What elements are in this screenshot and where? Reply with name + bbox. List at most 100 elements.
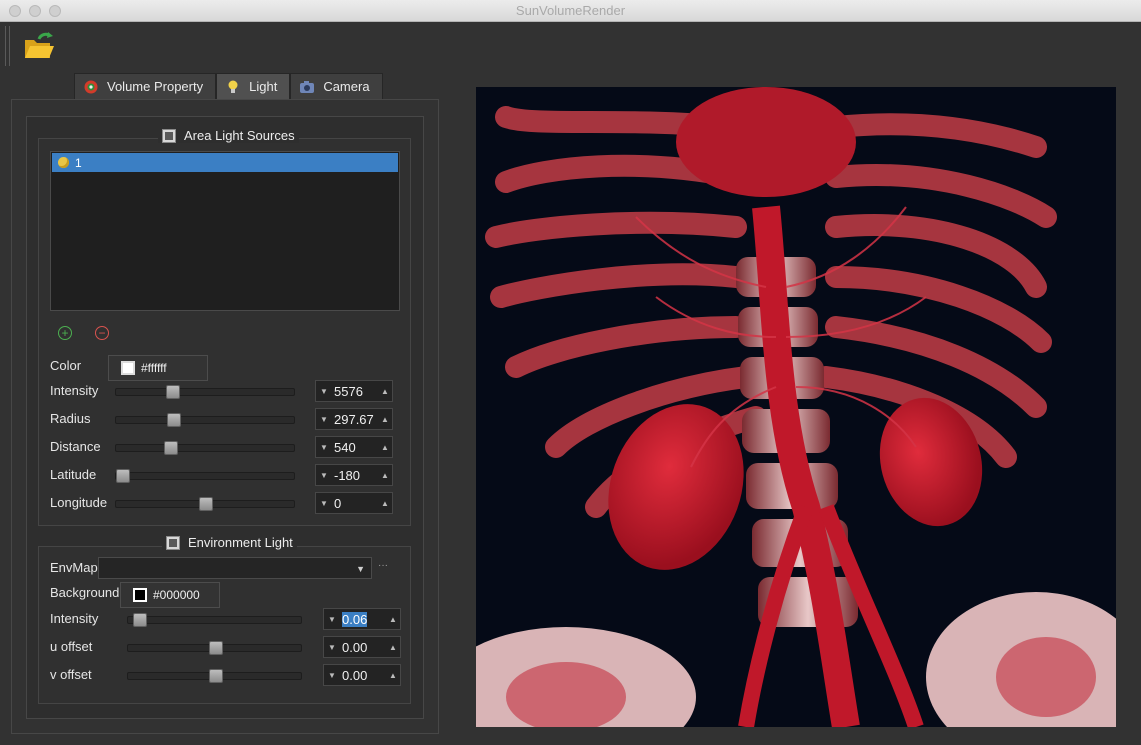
- decrement-icon[interactable]: ▼: [316, 415, 332, 424]
- increment-icon[interactable]: ▲: [378, 415, 392, 424]
- tab-light-label: Light: [249, 79, 278, 94]
- envmap-browse-button[interactable]: ···: [378, 560, 388, 571]
- slider-handle[interactable]: [133, 613, 147, 627]
- spin-box[interactable]: ▼ 0.00 ▲: [323, 636, 401, 658]
- color-label: Color: [50, 358, 82, 373]
- slider-label: Longitude: [50, 495, 108, 510]
- spin-box[interactable]: ▼ 5576 ▲: [315, 380, 393, 402]
- spin-value-text: 5576: [334, 383, 363, 399]
- slider-label: Radius: [50, 411, 91, 426]
- spin-box[interactable]: ▼ 0.00 ▲: [323, 664, 401, 686]
- slider-track[interactable]: [115, 441, 295, 455]
- slider-label: Intensity: [50, 383, 99, 398]
- spin-box[interactable]: ▼ 540 ▲: [315, 436, 393, 458]
- toolbar: [0, 22, 1141, 70]
- tab-volume-property[interactable]: Volume Property: [74, 73, 217, 99]
- color-swatch: [121, 361, 135, 375]
- spin-value-text: 540: [334, 439, 356, 455]
- background-color-button[interactable]: #000000: [120, 582, 220, 608]
- slider-handle[interactable]: [166, 385, 180, 399]
- increment-icon[interactable]: ▲: [378, 499, 392, 508]
- spin-value-text: 297.67: [334, 411, 374, 427]
- spin-value[interactable]: -180: [332, 468, 378, 483]
- increment-icon[interactable]: ▲: [386, 671, 400, 680]
- background-label: Background: [50, 585, 120, 600]
- tab-camera[interactable]: Camera: [290, 73, 383, 99]
- slider-track[interactable]: [127, 641, 302, 655]
- spin-value[interactable]: 540: [332, 440, 378, 455]
- slider-track[interactable]: [127, 613, 302, 627]
- area-light-title: Area Light Sources: [184, 128, 295, 143]
- tab-light[interactable]: Light: [216, 73, 291, 99]
- property-tabs: Volume Property Light Camera: [74, 73, 383, 99]
- decrement-icon[interactable]: ▼: [324, 643, 340, 652]
- light-color-button[interactable]: #ffffff: [108, 355, 208, 381]
- volume-property-icon: [84, 80, 98, 93]
- spin-box[interactable]: ▼ 297.67 ▲: [315, 408, 393, 430]
- spin-value[interactable]: 0.00: [340, 640, 386, 655]
- increment-icon[interactable]: ▲: [378, 471, 392, 480]
- area-light-checkbox[interactable]: [162, 128, 176, 143]
- spin-value-text: 0.00: [342, 639, 368, 655]
- open-file-button[interactable]: [22, 30, 56, 62]
- decrement-icon[interactable]: ▼: [316, 499, 332, 508]
- decrement-icon[interactable]: ▼: [316, 443, 332, 452]
- slider-handle[interactable]: [209, 641, 223, 655]
- slider-track[interactable]: [115, 385, 295, 399]
- decrement-icon[interactable]: ▼: [324, 615, 340, 624]
- background-color-value: #000000: [153, 588, 200, 602]
- decrement-icon[interactable]: ▼: [316, 387, 332, 396]
- slider-handle[interactable]: [164, 441, 178, 455]
- slider-handle[interactable]: [167, 413, 181, 427]
- increment-icon[interactable]: ▲: [378, 443, 392, 452]
- spin-value-text: -180: [334, 467, 361, 483]
- folder-open-icon: [25, 32, 54, 58]
- environment-light-checkbox[interactable]: [166, 535, 180, 550]
- decrement-icon[interactable]: ▼: [316, 471, 332, 480]
- light-bulb-icon: [58, 157, 69, 168]
- spin-value[interactable]: 0.06: [340, 611, 386, 627]
- slider-track[interactable]: [115, 469, 295, 483]
- envmap-select[interactable]: ▼: [98, 557, 372, 579]
- list-item[interactable]: 1: [52, 153, 398, 172]
- decrement-icon[interactable]: ▼: [324, 671, 340, 680]
- lightbulb-icon: [228, 80, 238, 93]
- slider-handle[interactable]: [209, 669, 223, 683]
- slider-label: v offset: [50, 667, 92, 682]
- chevron-down-icon: ▼: [356, 564, 365, 574]
- slider-label: Intensity: [50, 611, 99, 626]
- add-light-button[interactable]: +: [58, 326, 72, 340]
- slider-handle[interactable]: [199, 497, 213, 511]
- volume-render-image: [476, 87, 1116, 727]
- spin-value[interactable]: 297.67: [332, 412, 378, 427]
- slider-handle[interactable]: [116, 469, 130, 483]
- spin-value-text: 0.00: [342, 667, 368, 683]
- slider-track[interactable]: [115, 413, 295, 427]
- environment-light-title: Environment Light: [188, 535, 293, 550]
- increment-icon[interactable]: ▲: [386, 643, 400, 652]
- increment-icon[interactable]: ▲: [386, 615, 400, 624]
- increment-icon[interactable]: ▲: [378, 387, 392, 396]
- slider-track[interactable]: [115, 497, 295, 511]
- spin-value[interactable]: 5576: [332, 384, 378, 399]
- tab-camera-label: Camera: [323, 79, 370, 94]
- spin-value[interactable]: 0: [332, 496, 378, 511]
- spin-box[interactable]: ▼ -180 ▲: [315, 464, 393, 486]
- remove-light-button[interactable]: −: [95, 326, 109, 340]
- toolbar-grip[interactable]: [5, 26, 10, 66]
- environment-light-header: Environment Light: [162, 535, 297, 550]
- slider-label: Latitude: [50, 467, 97, 482]
- spin-box[interactable]: ▼ 0.06 ▲: [323, 608, 401, 630]
- title-bar: SunVolumeRender: [0, 0, 1141, 22]
- list-item-label: 1: [75, 155, 82, 170]
- volume-render-view[interactable]: [476, 87, 1116, 727]
- slider-track[interactable]: [127, 669, 302, 683]
- envmap-label: EnvMap: [50, 560, 98, 575]
- slider-label: Distance: [50, 439, 101, 454]
- spin-value[interactable]: 0.00: [340, 668, 386, 683]
- window-title: SunVolumeRender: [515, 3, 626, 18]
- spin-box[interactable]: ▼ 0 ▲: [315, 492, 393, 514]
- color-swatch: [133, 588, 147, 602]
- add-circle-icon: +: [61, 326, 69, 340]
- area-light-list[interactable]: 1: [50, 151, 400, 311]
